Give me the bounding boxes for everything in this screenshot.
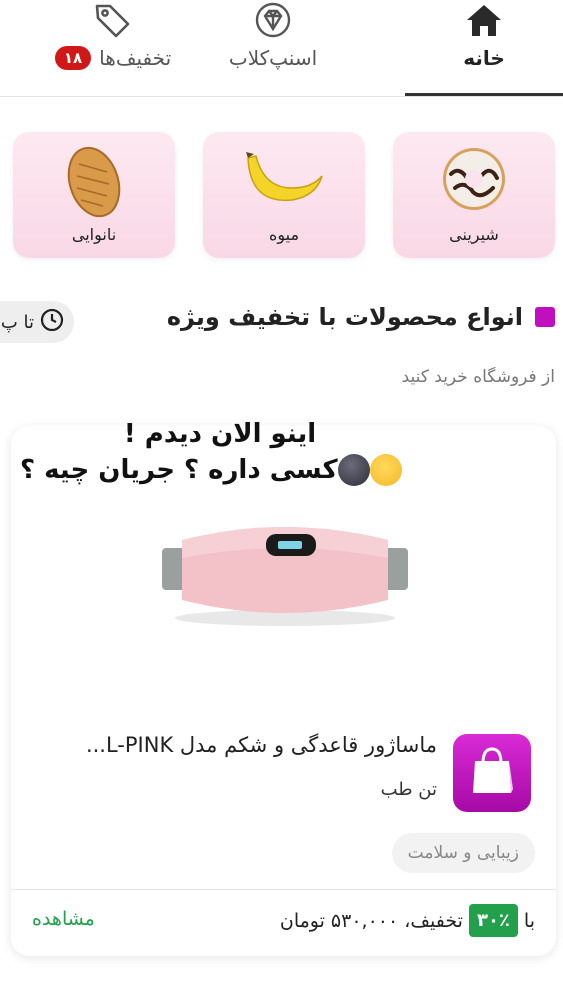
price-row: با ۳۰٪ تخفیف، ۵۳۰,۰۰۰ تومان xyxy=(280,904,535,937)
section-title-text: انواع محصولات با تخفیف ویژه xyxy=(166,303,523,331)
donut-icon xyxy=(439,144,509,218)
meme-caption: اینو الان دیدم ! کسی داره ؟ جریان چیه ؟ xyxy=(20,416,420,488)
section-subtitle: از فروشگاه خرید کنید xyxy=(401,367,555,387)
shopping-bag-icon xyxy=(469,745,515,801)
caption-line-1: اینو الان دیدم ! xyxy=(123,419,317,449)
top-tab-bar: خانه اسنپ‌کلاب تخفیف‌ها ۱۸ xyxy=(0,0,563,98)
tab-snapp-club-label: اسنپ‌کلاب xyxy=(228,46,318,70)
shop-name[interactable]: تن طب xyxy=(381,779,437,800)
category-label-fruit: میوه xyxy=(268,225,300,244)
countdown-pill[interactable]: تا پ xyxy=(0,301,74,343)
category-row: شیرینی میوه نانوایی xyxy=(0,132,563,262)
thinking-face-icon xyxy=(369,454,402,486)
category-label-bakery: نانوایی xyxy=(71,225,117,244)
tab-home[interactable]: خانه xyxy=(405,0,563,96)
product-name[interactable]: ماساژور قاعدگی و شکم مدل L-PINK... xyxy=(86,733,437,757)
category-card-bakery[interactable]: نانوایی xyxy=(13,132,175,258)
tab-bar-divider xyxy=(0,96,563,97)
caption-line-2: کسی داره ؟ جریان چیه ؟ xyxy=(20,455,338,485)
price-prefix: با xyxy=(523,909,535,932)
price-text: تخفیف، ۵۳۰,۰۰۰ تومان xyxy=(279,909,463,932)
diamond-icon xyxy=(255,0,291,40)
product-image[interactable] xyxy=(160,518,410,628)
section-marker xyxy=(535,307,555,327)
shop-logo[interactable] xyxy=(453,734,531,812)
clock-icon xyxy=(40,308,64,336)
category-label-sweets: شیرینی xyxy=(449,225,499,244)
section-title: انواع محصولات با تخفیف ویژه xyxy=(167,303,555,331)
tab-snapp-club[interactable]: اسنپ‌کلاب xyxy=(198,0,348,96)
banana-icon xyxy=(242,144,326,218)
category-card-sweets[interactable]: شیرینی xyxy=(393,132,555,258)
category-chip[interactable]: زیبایی و سلامت xyxy=(391,833,535,873)
card-divider xyxy=(11,889,556,890)
new-moon-face-icon xyxy=(337,454,370,486)
tab-discounts-label: تخفیف‌ها xyxy=(99,46,172,70)
tab-home-label: خانه xyxy=(463,46,505,70)
product-card[interactable] xyxy=(11,426,556,956)
category-card-fruit[interactable]: میوه xyxy=(203,132,365,258)
home-icon xyxy=(465,0,503,40)
tab-discounts[interactable]: تخفیف‌ها ۱۸ xyxy=(38,0,188,96)
bread-icon xyxy=(59,144,129,224)
tag-icon xyxy=(94,0,132,40)
countdown-text: تا پ xyxy=(0,311,34,333)
discount-badge: ۳۰٪ xyxy=(468,904,518,937)
discounts-count-badge: ۱۸ xyxy=(54,46,92,70)
view-button[interactable]: مشاهده xyxy=(32,908,95,930)
